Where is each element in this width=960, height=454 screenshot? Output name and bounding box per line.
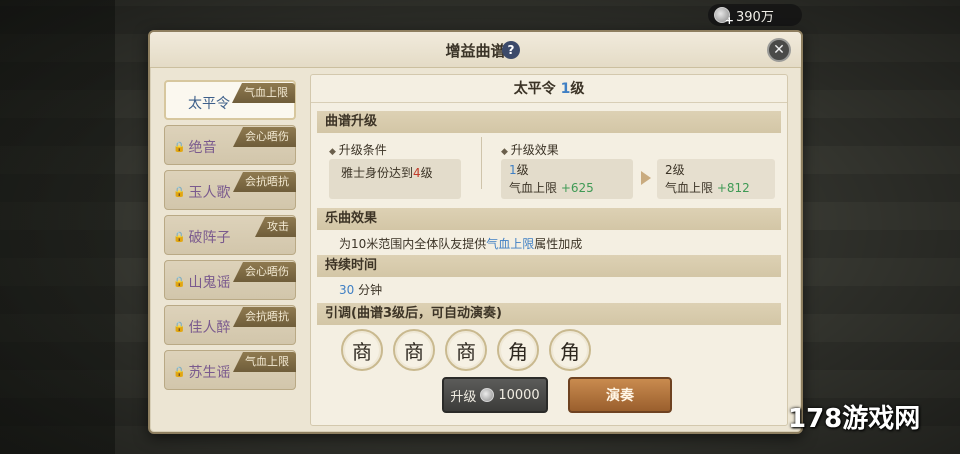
tab-label: 🔒 玉人歌 [173,185,231,201]
score-detail: 太平令 1级 曲谱升级 升级条件 雅士身份达到4级 升级效果 1级 气血上限 +… [310,74,788,426]
tab-attribute-tag: 气血上限 [233,352,296,372]
tone-note: 角 [549,329,591,371]
silver-coin-icon [480,388,495,402]
tab-label: 🔒 山鬼谣 [173,275,231,291]
tab-pozhenzi[interactable]: 🔒 破阵子 攻击 [164,215,296,255]
tab-label: 🔒 佳人醉 [173,320,231,336]
tab-attribute-tag: 会心晤伤 [233,127,296,147]
upgrade-label: 升级 [450,389,477,405]
upgrade-button[interactable]: 升级 10000 [442,377,548,413]
duration-text: 30 分钟 [339,283,383,297]
section-music-effect: 乐曲效果 [317,208,781,230]
lock-icon: 🔒 [173,366,186,378]
music-effect-text: 为10米范围内全体队友提供气血上限属性加成 [339,237,583,251]
silver-coin-icon: + [714,7,734,27]
tab-attribute-tag: 气血上限 [232,83,295,103]
tone-note: 商 [393,329,435,371]
close-button[interactable]: ✕ [767,38,791,62]
tone-note: 角 [497,329,539,371]
section-upgrade: 曲谱升级 [317,111,781,133]
music-score-panel: 增益曲谱 ? ✕ 太平令 气血上限 🔒 绝音 会心晤伤 🔒 玉人歌 会抗晤抗 🔒 破阵… [148,30,803,434]
tone-note: 商 [445,329,487,371]
tab-attribute-tag: 会抗晤抗 [233,172,296,192]
next-effect-box: 2级 气血上限 +812 [657,159,775,199]
tab-attribute-tag: 攻击 [255,217,296,237]
tab-jueyin[interactable]: 🔒 绝音 会心晤伤 [164,125,296,165]
arrow-right-icon [641,171,651,185]
tab-yurenge[interactable]: 🔒 玉人歌 会抗晤抗 [164,170,296,210]
tab-label: 太平令 [188,96,230,112]
lock-icon: 🔒 [173,186,186,198]
currency-display[interactable]: + 390万 [708,4,802,27]
play-button[interactable]: 演奏 [568,377,672,413]
lock-icon: 🔒 [173,321,186,333]
tab-attribute-tag: 会抗晤抗 [233,307,296,327]
tab-label: 🔒 绝音 [173,140,217,156]
divider [481,137,482,189]
effect-heading: 升级效果 [501,141,559,158]
help-icon[interactable]: ? [502,41,520,59]
tab-taipingling[interactable]: 太平令 气血上限 [164,80,296,120]
tab-label: 🔒 破阵子 [173,230,231,246]
panel-header: 增益曲谱 ? ✕ [150,32,801,68]
tab-attribute-tag: 会心晤伤 [233,262,296,282]
panel-title: 增益曲谱 [445,42,506,60]
tab-label: 🔒 苏生谣 [173,365,231,381]
tab-shanguiyao[interactable]: 🔒 山鬼谣 会心晤伤 [164,260,296,300]
tab-sushengyao[interactable]: 🔒 苏生谣 气血上限 [164,350,296,390]
condition-heading: 升级条件 [329,141,387,158]
score-title: 太平令 1级 [311,75,787,103]
condition-box: 雅士身份达到4级 [329,159,461,199]
upgrade-cost: 10000 [498,387,540,403]
site-watermark: 178游戏网 [788,404,921,434]
currency-amount: 390万 [736,9,774,25]
tone-note: 商 [341,329,383,371]
current-effect-box: 1级 气血上限 +625 [501,159,633,199]
lock-icon: 🔒 [173,231,186,243]
tab-jiarenzui[interactable]: 🔒 佳人醉 会抗晤抗 [164,305,296,345]
tone-row: 商 商 商 角 角 [341,329,591,371]
lock-icon: 🔒 [173,141,186,153]
section-duration: 持续时间 [317,255,781,277]
section-prelude: 引调(曲谱3级后，可自动演奏) [317,303,781,325]
score-tab-list: 太平令 气血上限 🔒 绝音 会心晤伤 🔒 玉人歌 会抗晤抗 🔒 破阵子 攻击 🔒 山鬼谣… [164,80,298,400]
lock-icon: 🔒 [173,276,186,288]
